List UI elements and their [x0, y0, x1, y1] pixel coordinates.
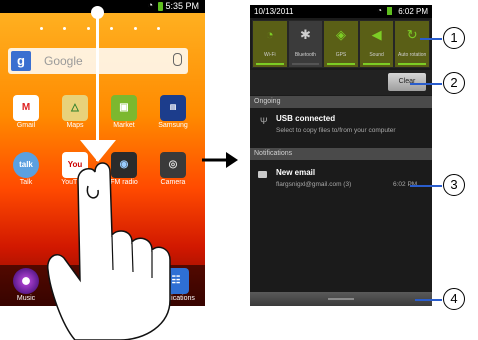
- bluetooth-icon: ✱: [299, 27, 311, 42]
- gps-icon: ◈: [335, 27, 346, 42]
- quick-settings-toggles: ◔ Wi-Fi ✱ Bluetooth ◈ GPS ◀ Sound ↻ Auto…: [252, 20, 430, 68]
- page-indicator: [40, 27, 160, 30]
- callout-2: 2: [443, 72, 465, 94]
- microphone-icon[interactable]: [173, 53, 182, 66]
- callout-line-4: [415, 299, 442, 301]
- search-input[interactable]: Google: [44, 54, 83, 68]
- grip-icon: [328, 298, 354, 300]
- wifi-icon: ◔: [265, 27, 274, 42]
- callout-line-1: [420, 38, 442, 40]
- usb-icon: Ψ: [260, 116, 268, 126]
- toggle-auto-rotation[interactable]: ↻ Auto rotation: [395, 21, 429, 67]
- callout-line-3: [410, 185, 442, 187]
- next-step-arrow-icon: [202, 152, 238, 168]
- maps-icon: △: [62, 95, 88, 121]
- callout-line-2: [410, 83, 442, 85]
- battery-icon: [158, 2, 163, 11]
- email-icon: [258, 171, 267, 178]
- market-icon: ▣: [111, 95, 137, 121]
- email-subtitle: flargsnigxl@gmail.com (3): [276, 181, 352, 188]
- panel-drag-handle[interactable]: [250, 292, 432, 306]
- email-title: New email: [276, 168, 316, 177]
- talk-icon: talk: [13, 152, 39, 178]
- music-icon: [13, 268, 39, 294]
- status-time: 5:35 PM: [165, 1, 199, 11]
- rotate-icon: ↻: [406, 27, 418, 42]
- swipe-path-line: [96, 11, 99, 161]
- sound-icon: ◀: [371, 27, 382, 42]
- toggle-wifi[interactable]: ◔ Wi-Fi: [253, 21, 287, 67]
- gmail-icon: M: [13, 95, 39, 121]
- usb-title: USB connected: [276, 114, 336, 123]
- app-gmail[interactable]: M Gmail: [6, 95, 46, 129]
- notification-panel: 10/13/2011 ◔ 6:02 PM ◔ Wi-Fi ✱ Bluetooth…: [250, 5, 432, 306]
- wifi-icon: ◔: [147, 0, 153, 10]
- app-samsung[interactable]: ▤ Samsung: [153, 95, 193, 129]
- swipe-start-dot: [91, 6, 104, 19]
- callout-1: 1: [443, 27, 465, 49]
- battery-icon: [387, 7, 392, 15]
- callout-3: 3: [443, 174, 465, 196]
- clear-row: Clear: [250, 70, 432, 95]
- usb-subtitle: Select to copy files to/from your comput…: [276, 127, 396, 134]
- samsung-icon: ▤: [160, 95, 186, 121]
- toggle-gps[interactable]: ◈ GPS: [324, 21, 358, 67]
- status-time: 6:02 PM: [398, 7, 428, 16]
- status-bar[interactable]: 10/13/2011 ◔ 6:02 PM: [250, 5, 432, 18]
- hand-icon: [47, 162, 171, 340]
- clear-button[interactable]: Clear: [388, 73, 426, 91]
- app-market[interactable]: ▣ Market: [104, 95, 144, 129]
- status-date: 10/13/2011: [254, 7, 294, 16]
- callout-4: 4: [443, 288, 465, 310]
- app-maps[interactable]: △ Maps: [55, 95, 95, 129]
- toggle-sound[interactable]: ◀ Sound: [359, 21, 394, 67]
- google-logo-icon: g: [11, 51, 31, 71]
- notifications-header: Notifications: [250, 148, 432, 160]
- wifi-icon: ◔: [377, 6, 382, 15]
- ongoing-header: Ongoing: [250, 96, 432, 108]
- toggle-bluetooth[interactable]: ✱ Bluetooth: [288, 21, 323, 67]
